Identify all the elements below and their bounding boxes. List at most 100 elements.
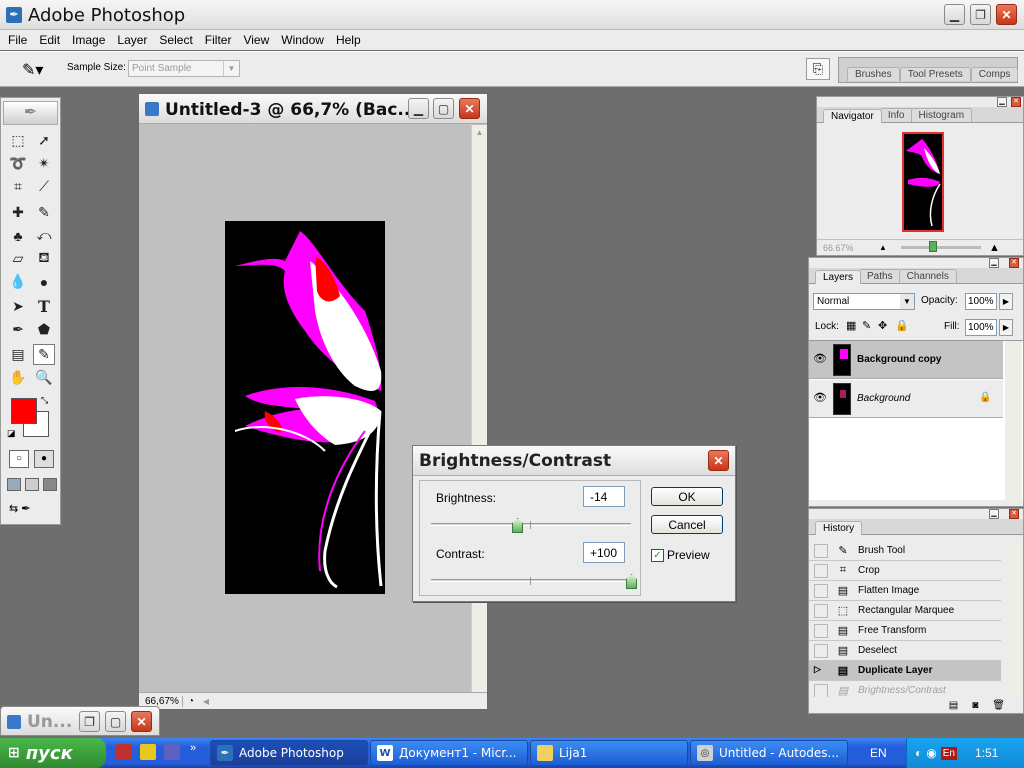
crop-tool-icon[interactable]: ⌗: [7, 176, 29, 197]
layer-visibility-eye-icon[interactable]: 👁: [813, 391, 829, 407]
menu-filter[interactable]: Filter: [199, 33, 238, 47]
clock[interactable]: 1:51: [975, 746, 998, 760]
history-snapshot-checkbox[interactable]: [814, 683, 828, 697]
new-document-from-state-icon[interactable]: ▤: [949, 700, 958, 711]
clone-stamp-tool-icon[interactable]: ♣: [7, 225, 29, 246]
screen-mode-full-icon[interactable]: [43, 478, 57, 491]
history-snapshot-checkbox[interactable]: [814, 643, 828, 658]
layer-visibility-eye-icon[interactable]: 👁: [813, 352, 829, 368]
jump-to-imageready-icon[interactable]: ⇆ ✒: [9, 502, 53, 518]
task-adobe-photoshop[interactable]: ✒ Adobe Photoshop: [210, 740, 368, 766]
pen-tool-icon[interactable]: ✒: [7, 319, 29, 340]
layers-close-icon[interactable]: ✕: [1009, 258, 1019, 268]
blend-mode-select[interactable]: Normal ▼: [813, 293, 915, 310]
close-button[interactable]: ✕: [996, 4, 1017, 25]
shape-tool-icon[interactable]: ⬟: [33, 319, 55, 340]
history-item-crop[interactable]: ⌗ Crop: [809, 561, 1001, 581]
move-tool-icon[interactable]: ➚: [33, 130, 55, 151]
opacity-arrow-icon[interactable]: ▶: [999, 293, 1013, 310]
menu-view[interactable]: View: [237, 33, 275, 47]
fill-field[interactable]: 100%: [965, 319, 997, 336]
notes-tool-icon[interactable]: ▤: [7, 344, 29, 365]
menu-edit[interactable]: Edit: [33, 33, 66, 47]
brightness-input[interactable]: -14: [583, 486, 625, 507]
task-autodesk[interactable]: ◎ Untitled - Autodes...: [690, 740, 848, 766]
standard-mode-icon[interactable]: ○: [9, 450, 29, 468]
menu-layer[interactable]: Layer: [111, 33, 153, 47]
history-minimize-icon[interactable]: ▁: [989, 509, 999, 519]
image-canvas[interactable]: [225, 221, 385, 594]
history-item-flatten-image[interactable]: ▤ Flatten Image: [809, 581, 1001, 601]
contrast-input[interactable]: +100: [583, 542, 625, 563]
scroll-left-arrow-icon[interactable]: ◀: [199, 697, 213, 706]
tab-history[interactable]: History: [815, 521, 863, 535]
cancel-button[interactable]: Cancel: [651, 515, 723, 534]
eraser-tool-icon[interactable]: ▱: [7, 248, 29, 269]
menu-window[interactable]: Window: [275, 33, 330, 47]
sample-size-select[interactable]: Point Sample ▼: [128, 60, 240, 77]
navigator-zoom-value[interactable]: 66.67%: [817, 243, 879, 253]
document-close-button[interactable]: ✕: [459, 98, 480, 119]
lock-transparent-icon[interactable]: ▦: [846, 319, 856, 332]
quick-mask-icon[interactable]: ●: [34, 450, 54, 468]
history-item-deselect[interactable]: ▤ Deselect: [809, 641, 1001, 661]
new-snapshot-icon[interactable]: ◙: [972, 700, 978, 711]
palette-well-tool-presets[interactable]: Tool Presets: [899, 67, 971, 81]
restore-button[interactable]: ❐: [970, 4, 991, 25]
navigator-minimize-icon[interactable]: ▁: [997, 97, 1007, 107]
minimized-maximize-button[interactable]: ▢: [105, 711, 126, 732]
task-word-document[interactable]: W Документ1 - Micr...: [370, 740, 528, 766]
scroll-up-arrow-icon[interactable]: ▲: [472, 125, 487, 141]
navigator-zoom-thumb[interactable]: [929, 241, 937, 252]
start-button[interactable]: ⊞ пуск: [0, 738, 106, 768]
contrast-slider-track[interactable]: [431, 579, 631, 582]
zoom-out-icon[interactable]: ▲: [879, 243, 893, 252]
menu-image[interactable]: Image: [66, 33, 111, 47]
language-indicator[interactable]: EN: [870, 746, 887, 760]
history-snapshot-checkbox[interactable]: [814, 583, 828, 598]
opacity-field[interactable]: 100%: [965, 293, 997, 310]
dialog-close-button[interactable]: ✕: [708, 450, 729, 471]
document-zoom-level[interactable]: 66,67%: [139, 695, 183, 707]
file-browser-icon[interactable]: ⎘: [806, 58, 830, 80]
history-brush-tool-icon[interactable]: ⤺: [33, 225, 55, 246]
history-snapshot-checkbox[interactable]: [814, 543, 828, 558]
screen-mode-standard-icon[interactable]: [7, 478, 21, 491]
dialog-title-bar[interactable]: Brightness/Contrast ✕: [413, 446, 735, 476]
blur-tool-icon[interactable]: 💧: [7, 271, 29, 292]
history-item-brightness-contrast[interactable]: ▤ Brightness/Contrast: [809, 681, 1001, 697]
menu-file[interactable]: File: [2, 33, 33, 47]
document-maximize-button[interactable]: ▢: [433, 98, 454, 119]
trash-icon[interactable]: 🗑: [992, 700, 1005, 711]
tab-info[interactable]: Info: [879, 108, 913, 122]
tab-channels[interactable]: Channels: [898, 269, 957, 283]
path-selection-tool-icon[interactable]: ➤: [7, 296, 29, 317]
tab-navigator[interactable]: Navigator: [823, 109, 882, 123]
eyedropper-tool-icon[interactable]: ✎: [33, 344, 55, 365]
history-item-rectangular-marquee[interactable]: ⬚ Rectangular Marquee: [809, 601, 1001, 621]
navigator-preview[interactable]: [902, 132, 944, 232]
quicklaunch-more-icon[interactable]: »: [190, 742, 196, 754]
brush-tool-icon[interactable]: ✎: [33, 202, 55, 223]
screen-mode-full-menu-icon[interactable]: [25, 478, 39, 491]
history-snapshot-checkbox[interactable]: [814, 603, 828, 618]
dodge-tool-icon[interactable]: ●: [33, 271, 55, 292]
history-state-marker[interactable]: ▷: [814, 664, 828, 678]
lock-all-icon[interactable]: 🔒: [895, 319, 909, 332]
navigator-zoom-slider[interactable]: [901, 241, 981, 252]
document-title-bar[interactable]: Untitled-3 @ 66,7% (Bac... ▁ ▢ ✕: [139, 94, 487, 124]
history-item-free-transform[interactable]: ▤ Free Transform: [809, 621, 1001, 641]
history-item-duplicate-layer[interactable]: ▷ ▤ Duplicate Layer: [809, 661, 1001, 681]
tray-language-badge[interactable]: En: [940, 746, 957, 760]
magic-wand-tool-icon[interactable]: ✴: [33, 153, 55, 174]
document-vertical-scrollbar[interactable]: ▲: [471, 125, 487, 693]
tab-histogram[interactable]: Histogram: [910, 108, 973, 122]
slice-tool-icon[interactable]: ⟋: [33, 176, 55, 197]
layer-row-background-copy[interactable]: 👁 Background copy: [809, 341, 1003, 379]
quicklaunch-acad-icon[interactable]: [116, 744, 132, 760]
history-item-brush-tool[interactable]: ✎ Brush Tool: [809, 541, 1001, 561]
default-colors-icon[interactable]: ◪: [7, 428, 16, 439]
healing-brush-tool-icon[interactable]: ✚: [7, 202, 29, 223]
brightness-slider-track[interactable]: [431, 523, 631, 526]
foreground-color-swatch[interactable]: [11, 398, 37, 424]
